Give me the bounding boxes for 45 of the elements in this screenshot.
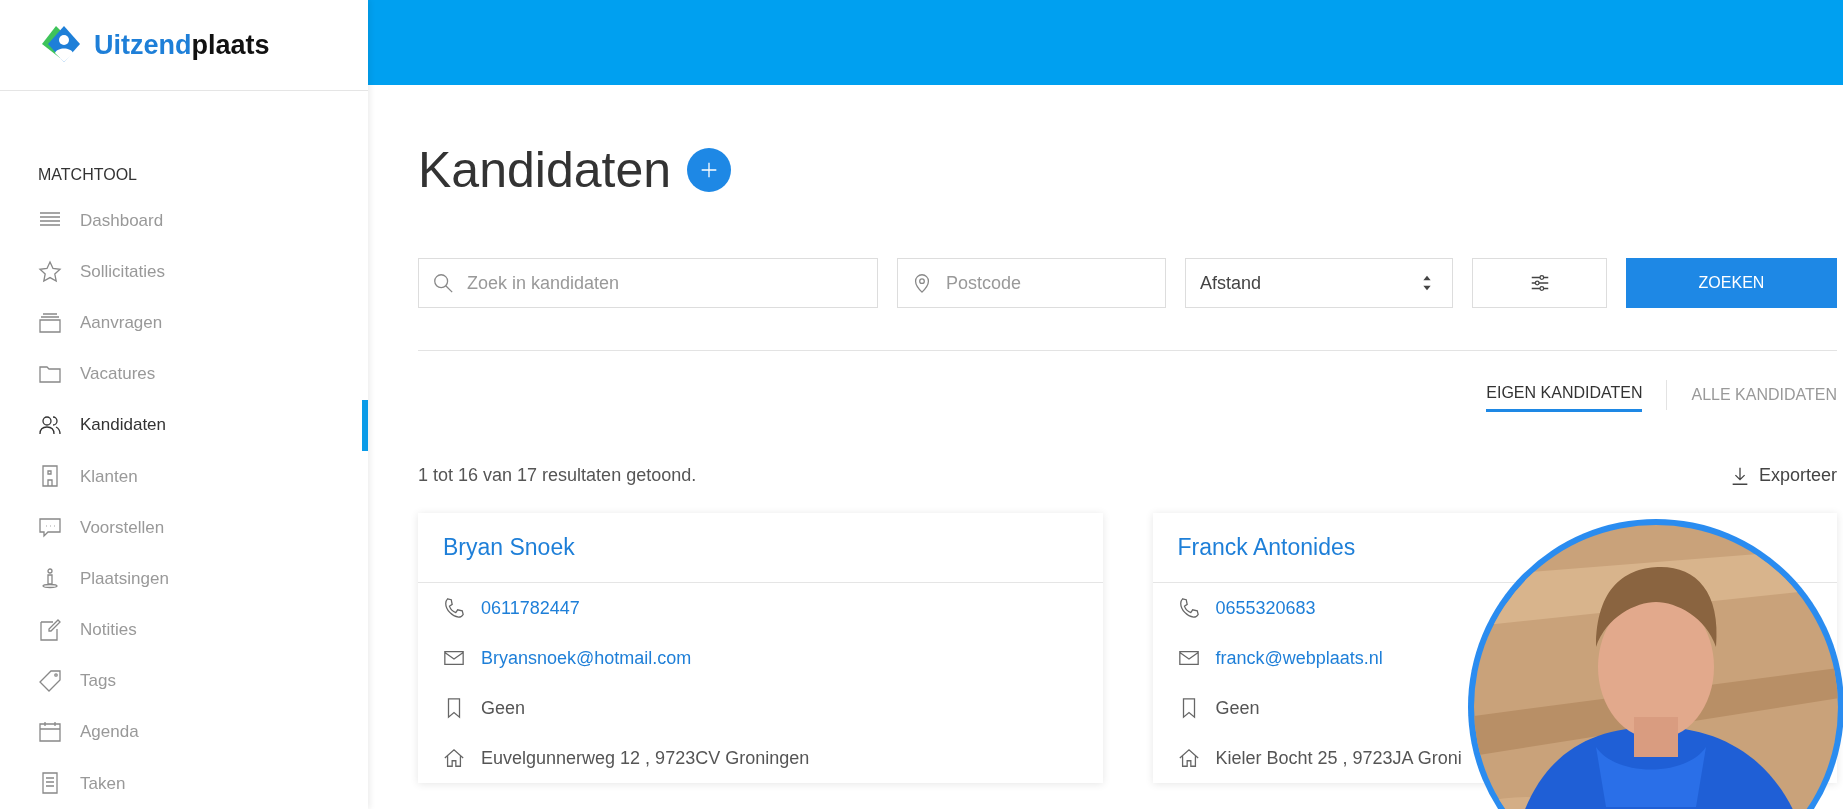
distance-select[interactable]: Afstand [1185,258,1453,308]
page-title: Kandidaten [418,141,671,200]
sidebar-item[interactable]: Sollicitaties [0,245,368,298]
candidate-name[interactable]: Franck Antonides [1177,530,1356,565]
export-link[interactable]: Exporteer [1728,462,1837,489]
search-icon [432,272,454,294]
sidebar-item[interactable]: Aanvragen [0,297,368,349]
chat-icon [38,515,62,540]
stack-icon [38,310,62,335]
search-button[interactable]: ZOEKEN [1626,258,1837,308]
candidate-name[interactable]: Bryan Snoek [443,530,575,565]
sidebar-item[interactable]: Voorstellen [0,501,368,554]
phone-icon [443,597,465,619]
star-icon [38,259,62,284]
tab[interactable]: EIGEN KANDIDATEN [1486,377,1643,412]
sidebar-item[interactable]: Kandidaten [0,399,368,451]
calendar-icon [38,720,62,745]
tab[interactable]: ALLE KANDIDATEN [1691,378,1837,411]
email-link[interactable]: Bryansnoek@hotmail.com [481,644,692,672]
sidebar-item[interactable]: Vacatures [0,348,368,400]
sidebar-item[interactable]: Dashboard [0,194,368,246]
tag-text: Geen [481,696,526,720]
phone-icon [1177,597,1200,619]
sidebar-item[interactable]: Agenda [0,706,368,758]
edit-icon [38,617,62,642]
sidebar-item[interactable]: Taken [0,757,368,809]
sidebar-item[interactable]: Klanten [0,450,368,502]
add-button[interactable] [687,148,731,192]
sidebar-item[interactable]: Plaatsingen [0,553,368,605]
brand-logo: Uitzendplaats [94,28,270,62]
section-heading: MATCHTOOL [38,164,138,185]
phone-link[interactable]: 0655320683 [1215,594,1316,622]
search-field[interactable]: Zoek in kandidaten [418,258,878,308]
tag-icon [38,669,62,694]
sidebar-item[interactable]: Tags [0,655,368,707]
postcode-field[interactable]: Postcode [897,258,1166,308]
email-link[interactable]: franck@webplaats.nl [1215,644,1383,672]
home-icon [1177,747,1200,769]
results-count: 1 tot 16 van 17 resultaten getoond. [418,464,697,487]
address-text: Euvelgunnerweg 12 , 9723CV Groningen [481,746,810,770]
address-text: Kieler Bocht 25 , 9723JA Groni [1215,746,1462,770]
home-icon [443,747,465,769]
sidebar-item[interactable]: Notities [0,604,368,656]
tag-text: Geen [1215,696,1260,720]
phone-link[interactable]: 0611782447 [481,594,580,622]
